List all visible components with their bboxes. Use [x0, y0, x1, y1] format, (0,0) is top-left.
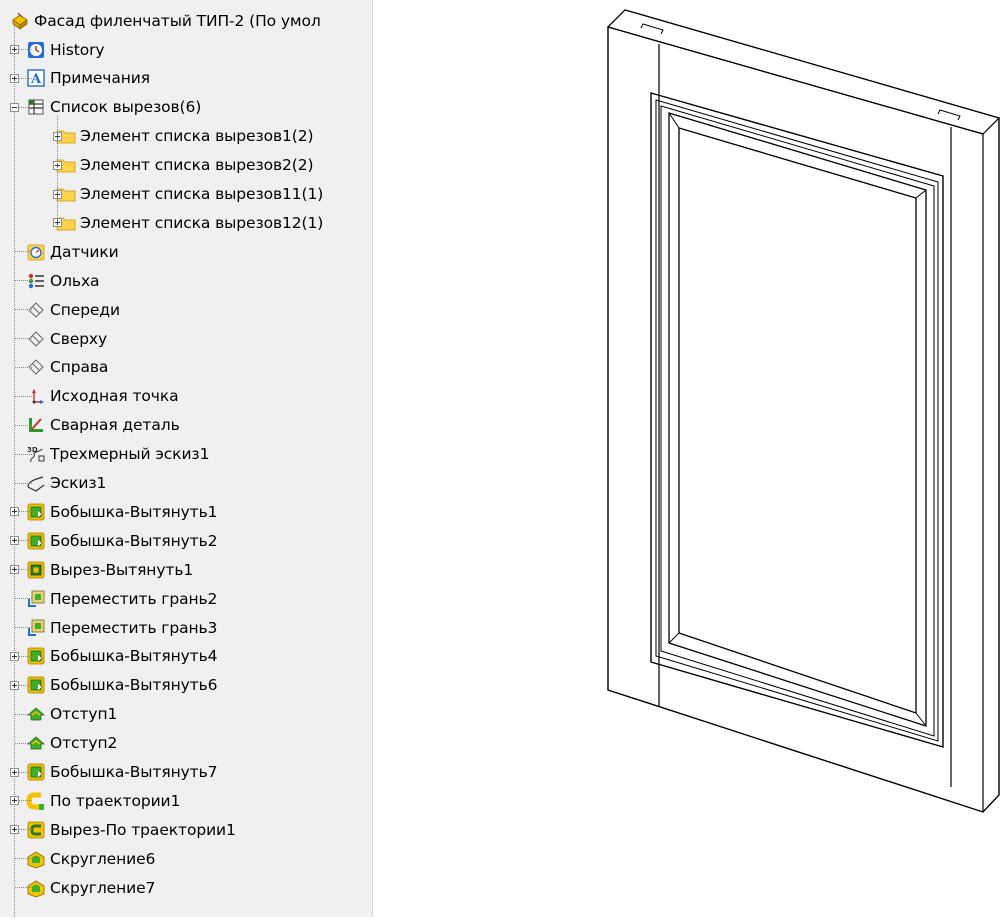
expand-toggle[interactable] [10, 825, 19, 835]
tree-item-label: Бобышка-Вытянуть4 [50, 647, 218, 666]
svg-text:A: A [30, 72, 42, 87]
tree-item[interactable]: 3D Трехмерный эскиз1 [0, 440, 372, 469]
tree-item[interactable]: Исходная точка [0, 382, 372, 411]
tree-item-label: Справа [50, 358, 109, 377]
tree-root-part[interactable]: Фасад филенчатый ТИП-2 (По умол [0, 6, 372, 35]
expand-toggle[interactable] [10, 680, 19, 690]
tree-item-label: Сварная деталь [50, 416, 180, 435]
tree-item[interactable]: Справа [0, 353, 372, 382]
tree-item-label: Элемент списка вырезов11(1) [80, 185, 324, 203]
tree-item-label: History [50, 40, 105, 59]
tree-item[interactable]: Переместить грань2 [0, 584, 372, 613]
expand-toggle[interactable] [10, 767, 19, 777]
expand-toggle[interactable] [10, 507, 19, 517]
tree-connector-line [15, 453, 32, 456]
tree-connector-line [15, 280, 32, 282]
tree-item-label: Исходная точка [50, 387, 179, 406]
expand-toggle[interactable] [10, 565, 19, 575]
tree-item-label: Переместить грань2 [50, 589, 218, 608]
tree-item[interactable]: Сварная деталь [0, 411, 372, 440]
tree-item[interactable]: Скругление7 [0, 873, 372, 902]
graphics-viewport[interactable] [373, 0, 1001, 917]
tree-connector-line [15, 627, 32, 629]
feature-manager-tree: Фасад филенчатый ТИП-2 (По умол History A… [0, 0, 373, 917]
tree-connector-line [15, 424, 32, 427]
tree-item-label: Элемент списка вырезов12(1) [80, 213, 324, 232]
tree-item[interactable]: Спереди [0, 295, 372, 324]
tree-connector-line [15, 742, 32, 745]
tree-connector-line [15, 713, 32, 716]
tree-item-label: Эскиз1 [50, 474, 107, 492]
tree-connector-line [15, 887, 32, 889]
tree-item-label: Элемент списка вырезов2(2) [80, 156, 314, 175]
tree-item[interactable]: Бобышка-Вытянуть4 [0, 642, 372, 671]
tree-item-label: Бобышка-Вытянуть7 [50, 763, 218, 781]
tree-item[interactable]: Вырез-По траектории1 [0, 815, 372, 844]
tree-item-label: Скругление7 [50, 878, 156, 897]
tree-item[interactable]: Элемент списка вырезов12(1) [0, 208, 372, 237]
tree-item-label: Сверху [50, 329, 108, 348]
tree-item[interactable]: Отступ2 [0, 729, 372, 758]
tree-connector-line [15, 858, 32, 860]
tree-connector-line [15, 482, 32, 485]
expand-toggle[interactable] [10, 73, 19, 83]
tree-connector-line [15, 598, 32, 600]
tree-item-label: Бобышка-Вытянуть1 [50, 502, 218, 521]
collapse-toggle[interactable] [10, 102, 19, 112]
tree-item[interactable]: Бобышка-Вытянуть6 [0, 671, 372, 700]
tree-connector-line [15, 251, 32, 253]
tree-item[interactable]: Бобышка-Вытянуть1 [0, 497, 372, 526]
tree-item[interactable]: History [0, 35, 372, 64]
tree-root-label: Фасад филенчатый ТИП-2 (По умол [34, 11, 321, 30]
tree-item-label: Элемент списка вырезов1(2) [80, 127, 314, 146]
tree-item-label: Примечания [50, 69, 150, 88]
door-front-face [607, 9, 1000, 813]
tree-item-label: Список вырезов(6) [50, 98, 202, 117]
tree-connector-line [15, 338, 32, 340]
tree-item[interactable]: Переместить грань3 [0, 613, 372, 642]
tree-item[interactable]: Скругление6 [0, 844, 372, 873]
tree-item[interactable]: Отступ1 [0, 700, 372, 729]
tree-item-label: Вырез-Вытянуть1 [50, 560, 194, 579]
door-panel-model [606, 9, 1001, 813]
expand-toggle[interactable] [10, 536, 19, 546]
tree-item-label: Отступ1 [50, 705, 118, 724]
tree-item-label: Бобышка-Вытянуть2 [50, 531, 218, 550]
expand-toggle[interactable] [10, 796, 19, 806]
tree-connector-line [15, 366, 32, 369]
tree-item[interactable]: Бобышка-Вытянуть7 [0, 758, 372, 787]
tree-item-label: Бобышка-Вытянуть6 [50, 676, 218, 695]
tree-item-label: Вырез-По траектории1 [50, 820, 236, 839]
tree-item[interactable]: Вырез-Вытянуть1 [0, 555, 372, 584]
tree-item[interactable]: Сверху [0, 324, 372, 353]
tree-item-label: Трехмерный эскиз1 [50, 445, 210, 464]
tree-connector-line [15, 309, 32, 311]
tree-connector-line [57, 114, 58, 223]
part-icon [10, 11, 30, 31]
tree-item-label: Переместить грань3 [50, 618, 218, 637]
tree-item[interactable]: Элемент списка вырезов1(2) [0, 122, 372, 151]
tree-item[interactable]: Эскиз1 [0, 469, 372, 498]
tree-item[interactable]: Элемент списка вырезов11(1) [0, 180, 372, 209]
tree-item[interactable]: Ольха [0, 266, 372, 295]
tree-item-label: Датчики [50, 242, 119, 261]
expand-toggle[interactable] [10, 651, 19, 661]
tree-item-label: Спереди [50, 300, 120, 319]
tree-connector-line [15, 395, 32, 398]
tree-item-label: Ольха [50, 271, 100, 290]
tree-item[interactable]: Элемент списка вырезов2(2) [0, 151, 372, 180]
tree-item-label: По траектории1 [50, 791, 181, 810]
tree-item[interactable]: A Примечания [0, 64, 372, 93]
tree-item[interactable]: Список вырезов(6) [0, 93, 372, 122]
tree-item[interactable]: По траектории1 [0, 786, 372, 815]
tree-item[interactable]: Бобышка-Вытянуть2 [0, 526, 372, 555]
expand-toggle[interactable] [10, 45, 19, 54]
tree-item-label: Скругление6 [50, 849, 156, 868]
tree-item-label: Отступ2 [50, 734, 118, 753]
tree-item[interactable]: Датчики [0, 237, 372, 266]
